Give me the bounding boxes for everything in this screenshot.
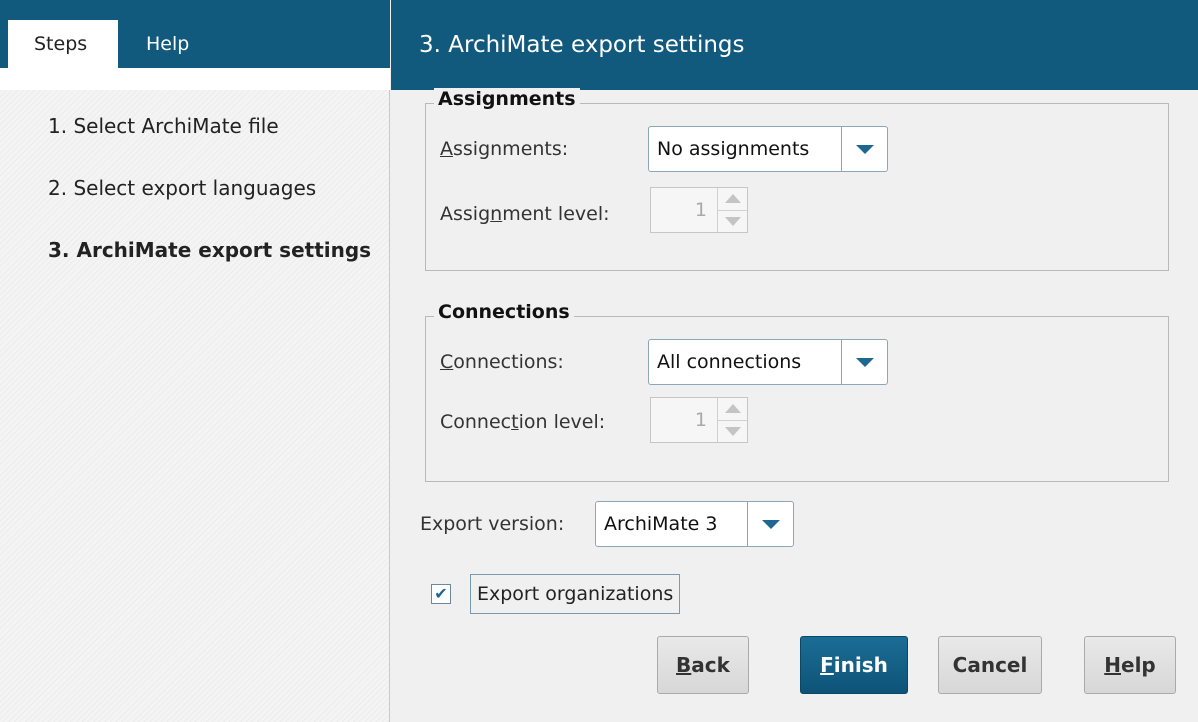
step-select-file[interactable]: 1. Select ArchiMate file <box>48 114 279 138</box>
connections-dropdown[interactable]: All connections <box>648 339 888 385</box>
connection-level-spinner[interactable]: 1 <box>650 397 748 443</box>
assignments-legend: Assignments <box>434 88 580 110</box>
connections-label: Connections: <box>440 351 564 373</box>
spin-up-icon[interactable] <box>718 398 747 421</box>
connections-group: Connections Connections: All connections… <box>425 301 1169 482</box>
export-organizations-checkbox[interactable]: ✔ <box>431 584 451 604</box>
spinner-buttons <box>717 398 747 442</box>
export-organizations-label[interactable]: Export organizations <box>470 574 681 614</box>
connection-level-value: 1 <box>694 409 707 431</box>
assignment-level-spinner[interactable]: 1 <box>650 187 748 233</box>
page-title: 3. ArchiMate export settings <box>391 0 1198 90</box>
chevron-down-icon[interactable] <box>747 502 793 546</box>
assignments-group: Assignments Assignments: No assignments … <box>425 88 1169 271</box>
step-export-settings[interactable]: 3. ArchiMate export settings <box>48 238 371 262</box>
tab-strip: Steps Help <box>0 0 390 90</box>
connections-dropdown-value: All connections <box>657 351 802 373</box>
assignment-level-label: Assignment level: <box>440 203 610 225</box>
assignment-level-value: 1 <box>694 199 707 221</box>
back-button[interactable]: Back <box>657 636 749 694</box>
export-version-label: Export version: <box>420 513 565 535</box>
cancel-button[interactable]: Cancel <box>938 636 1042 694</box>
chevron-down-icon[interactable] <box>841 340 887 384</box>
tab-help[interactable]: Help <box>120 20 215 68</box>
export-version-dropdown[interactable]: ArchiMate 3 <box>595 501 794 547</box>
spin-down-icon[interactable] <box>718 421 747 443</box>
settings-panel: 3. ArchiMate export settings Assignments… <box>391 0 1198 722</box>
spin-up-icon[interactable] <box>718 188 747 211</box>
step-select-languages[interactable]: 2. Select export languages <box>48 176 316 200</box>
steps-panel: Steps Help 1. Select ArchiMate file 2. S… <box>0 0 390 722</box>
chevron-down-icon[interactable] <box>841 127 887 171</box>
finish-button[interactable]: Finish <box>800 636 908 694</box>
assignments-label: Assignments: <box>440 138 569 160</box>
spinner-buttons <box>717 188 747 232</box>
help-button[interactable]: Help <box>1084 636 1176 694</box>
export-version-value: ArchiMate 3 <box>604 513 718 535</box>
assignments-dropdown[interactable]: No assignments <box>648 126 888 172</box>
assignments-dropdown-value: No assignments <box>657 138 810 160</box>
connection-level-label: Connection level: <box>440 411 606 433</box>
spin-down-icon[interactable] <box>718 211 747 233</box>
connections-legend: Connections <box>434 301 574 323</box>
tab-steps[interactable]: Steps <box>8 20 118 68</box>
